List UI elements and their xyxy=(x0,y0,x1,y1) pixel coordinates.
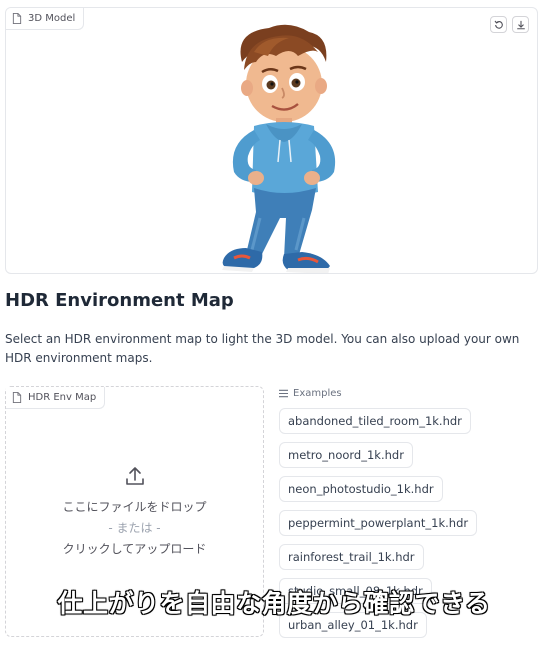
hdr-section-description: Select an HDR environment map to light t… xyxy=(5,332,520,365)
model-3d-label-text: 3D Model xyxy=(28,13,76,24)
list-icon xyxy=(279,389,288,397)
model-3d-panel[interactable]: 3D Model xyxy=(5,7,538,274)
upload-area[interactable]: ここにファイルをドロップ - または - クリックしてアップロード xyxy=(6,465,263,560)
drop-text: ここにファイルをドロップ xyxy=(62,500,207,514)
example-item[interactable]: rainforest_trail_1k.hdr xyxy=(279,544,424,570)
hdr-upload-label-text: HDR Env Map xyxy=(28,392,97,403)
hdr-section-title: HDR Environment Map xyxy=(5,290,234,311)
example-item[interactable]: metro_noord_1k.hdr xyxy=(279,442,413,468)
examples-header: Examples xyxy=(279,386,541,400)
file-icon xyxy=(12,392,22,403)
reset-icon xyxy=(494,20,503,29)
character-model-render[interactable] xyxy=(194,22,370,274)
download-button[interactable] xyxy=(512,16,529,33)
download-icon xyxy=(516,20,525,29)
example-item[interactable]: neon_photostudio_1k.hdr xyxy=(279,476,443,502)
click-upload-text: クリックしてアップロード xyxy=(62,542,207,556)
file-icon xyxy=(12,13,22,24)
reset-view-button[interactable] xyxy=(490,16,507,33)
example-item[interactable]: abandoned_tiled_room_1k.hdr xyxy=(279,408,471,434)
upload-icon xyxy=(125,467,144,485)
hdr-upload-label: HDR Env Map xyxy=(6,387,106,409)
model-3d-label: 3D Model xyxy=(6,8,85,30)
example-item[interactable]: peppermint_powerplant_1k.hdr xyxy=(279,510,478,536)
subtitle-caption: 仕上がりを自由な角度から確認できる xyxy=(57,588,491,619)
examples-label: Examples xyxy=(293,387,342,399)
or-text: - または - xyxy=(108,521,161,535)
